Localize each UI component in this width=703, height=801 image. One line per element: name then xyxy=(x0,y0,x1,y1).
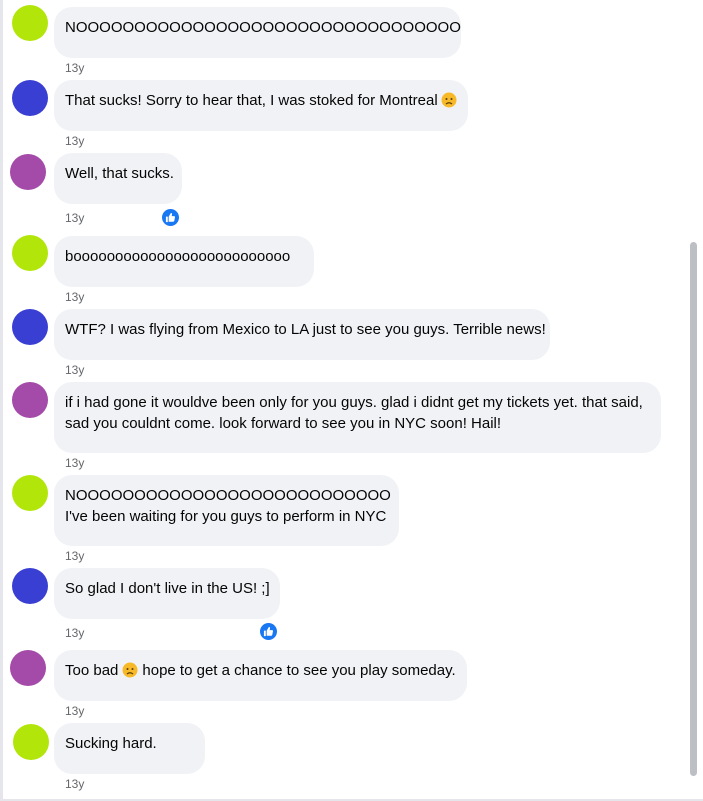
avatar[interactable] xyxy=(12,475,48,511)
comment-timestamp[interactable]: 13y xyxy=(65,549,84,563)
avatar[interactable] xyxy=(12,309,48,345)
avatar[interactable] xyxy=(12,568,48,604)
comment-timestamp[interactable]: 13y xyxy=(65,290,84,304)
comment-bubble: Too bad hope to get a chance to see you p… xyxy=(54,650,467,701)
comment-text: Sucking hard. xyxy=(65,735,157,752)
comment-timestamp[interactable]: 13y xyxy=(65,456,84,470)
sad-face-emoji xyxy=(441,92,457,108)
avatar[interactable] xyxy=(12,235,48,271)
scrollbar-thumb[interactable] xyxy=(690,242,697,776)
comment-text: WTF? I was flying from Mexico to LA just… xyxy=(65,321,546,338)
avatar[interactable] xyxy=(10,154,46,190)
comment-text-after-emoji: hope to get a chance to see you play som… xyxy=(142,662,456,679)
avatar[interactable] xyxy=(12,80,48,116)
comment-bubble: NOOOOOOOOOOOOOOOOOOOOOOOOOOOOOOOOO xyxy=(54,7,461,58)
comment-bubble: NOOOOOOOOOOOOOOOOOOOOOOOOOOO I've been w… xyxy=(54,475,399,546)
comment-timestamp[interactable]: 13y xyxy=(65,61,84,75)
sad-face-emoji xyxy=(122,662,138,678)
comment-bubble: Well, that sucks. xyxy=(54,153,182,204)
comment-timestamp[interactable]: 13y xyxy=(65,134,84,148)
comment-text: NOOOOOOOOOOOOOOOOOOOOOOOOOOOOOOOOO xyxy=(65,19,461,36)
comment-text: boooooooooooooooooooooooooo xyxy=(65,248,291,265)
comment-item: WTF? I was flying from Mexico to LA just… xyxy=(0,309,690,383)
avatar[interactable] xyxy=(13,724,49,760)
comment-text: Well, that sucks. xyxy=(65,165,174,182)
avatar[interactable] xyxy=(12,382,48,418)
comment-text-line-1: NOOOOOOOOOOOOOOOOOOOOOOOOOOO xyxy=(65,487,391,504)
avatar[interactable] xyxy=(10,650,46,686)
comment-timestamp[interactable]: 13y xyxy=(65,704,84,718)
comment-item: NOOOOOOOOOOOOOOOOOOOOOOOOOOOOOOOOO 13y xyxy=(0,0,690,80)
like-reaction-icon[interactable] xyxy=(260,623,277,640)
comment-item: Too bad hope to get a chance to see you p… xyxy=(0,650,690,723)
comment-bubble: That sucks! Sorry to hear that, I was st… xyxy=(54,80,468,131)
like-reaction-icon[interactable] xyxy=(162,209,179,226)
comment-bubble: boooooooooooooooooooooooooo xyxy=(54,236,314,287)
comment-text: That sucks! Sorry to hear that, I was st… xyxy=(65,92,438,109)
comment-timestamp[interactable]: 13y xyxy=(65,211,84,225)
comment-timestamp[interactable]: 13y xyxy=(65,777,84,791)
comment-bubble: WTF? I was flying from Mexico to LA just… xyxy=(54,309,550,360)
comment-item: Sucking hard. 13y xyxy=(0,723,690,799)
avatar[interactable] xyxy=(12,5,48,41)
comment-text: if i had gone it wouldve been only for y… xyxy=(65,394,643,432)
comment-text-before-emoji: Too bad xyxy=(65,662,119,679)
comment-timestamp[interactable]: 13y xyxy=(65,626,84,640)
comment-item: That sucks! Sorry to hear that, I was st… xyxy=(0,80,690,154)
comment-bubble: if i had gone it wouldve been only for y… xyxy=(54,382,661,453)
comment-item: So glad I don't live in the US! ;] 13y xyxy=(0,568,690,650)
comment-bubble: Sucking hard. xyxy=(54,723,205,774)
comment-text-line-2: I've been waiting for you guys to perfor… xyxy=(65,507,387,525)
comment-item: if i had gone it wouldve been only for y… xyxy=(0,382,690,475)
comment-timestamp[interactable]: 13y xyxy=(65,363,84,377)
comment-item: Well, that sucks. 13y xyxy=(0,153,690,235)
comment-item: boooooooooooooooooooooooooo 13y xyxy=(0,235,690,309)
comment-text: So glad I don't live in the US! ;] xyxy=(65,580,270,597)
comment-bubble: So glad I don't live in the US! ;] xyxy=(54,568,280,619)
comment-item: NOOOOOOOOOOOOOOOOOOOOOOOOOOO I've been w… xyxy=(0,475,690,568)
